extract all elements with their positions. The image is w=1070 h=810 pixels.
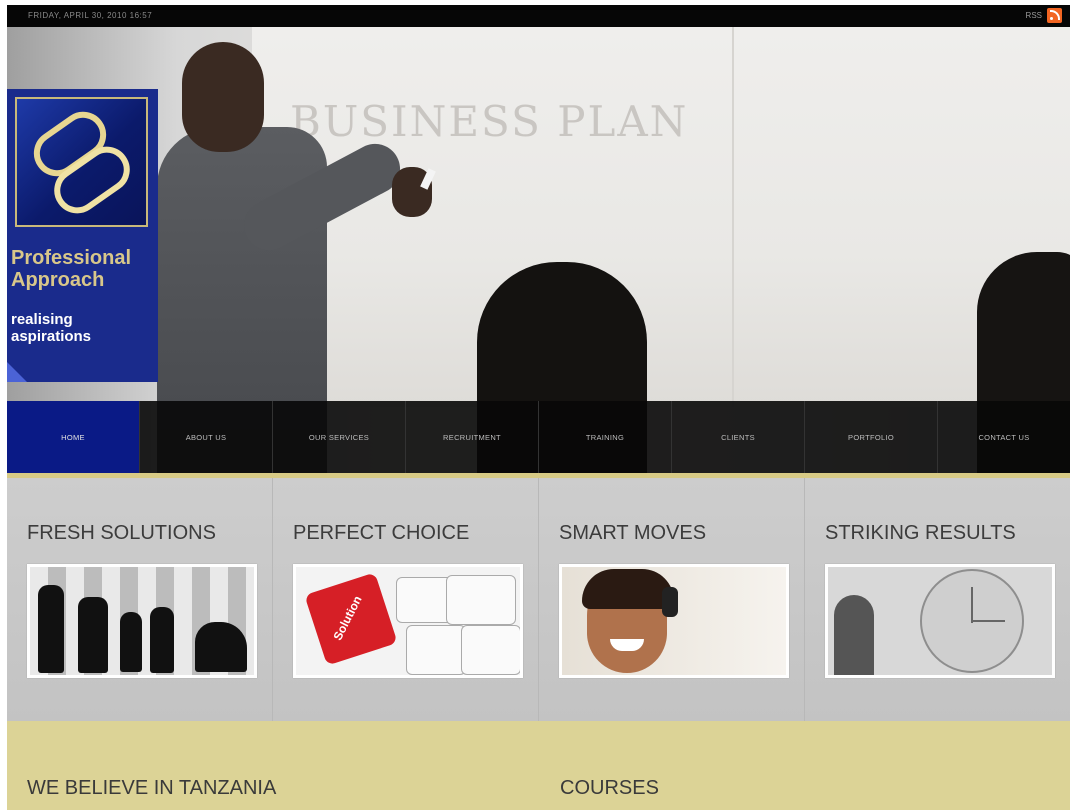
chess-illustration: [30, 567, 254, 675]
logo-tagline-line: realising: [11, 311, 73, 328]
feature-fresh-solutions: FRESH SOLUTIONS: [7, 478, 272, 721]
logo-corner: [7, 362, 27, 382]
main-nav: HOME ABOUT US OUR SERVICES RECRUITMENT T…: [7, 401, 1070, 473]
nav-item-our-services[interactable]: OUR SERVICES: [272, 401, 405, 473]
nav-item-training[interactable]: TRAINING: [538, 401, 671, 473]
rss-link[interactable]: RSS: [1026, 11, 1042, 20]
nav-item-about-us[interactable]: ABOUT US: [139, 401, 272, 473]
puzzle-piece: [406, 625, 466, 675]
logo-mark: [15, 97, 148, 227]
feature-perfect-choice: PERFECT CHOICE Solution: [272, 478, 538, 721]
lower-section: WE BELIEVE IN TANZANIA COURSES: [7, 721, 1070, 810]
company-logo[interactable]: Professional Approach realising aspirati…: [7, 89, 158, 382]
person-silhouette: [834, 595, 874, 675]
clock-hand: [971, 587, 973, 623]
whiteboard: [252, 27, 1070, 407]
page: FRIDAY, APRIL 30, 2010 16:57 RSS BUSINES…: [7, 5, 1070, 810]
top-bar: FRIDAY, APRIL 30, 2010 16:57 RSS: [7, 5, 1070, 27]
feature-title: FRESH SOLUTIONS: [27, 522, 216, 544]
feature-smart-moves: SMART MOVES: [538, 478, 804, 721]
chess-piece: [78, 597, 108, 673]
nav-item-home[interactable]: HOME: [7, 401, 139, 473]
presenter-head: [182, 42, 264, 152]
feature-title: SMART MOVES: [559, 522, 707, 544]
feature-striking-results: STRIKING RESULTS: [804, 478, 1070, 721]
logo-tagline-line: aspirations: [11, 328, 92, 345]
whiteboard-seam: [732, 27, 734, 407]
logo-tagline: realising aspirations: [11, 311, 91, 345]
puzzle-piece-solution: Solution: [304, 572, 398, 666]
nav-item-clients[interactable]: CLIENTS: [671, 401, 804, 473]
chess-knight: [195, 622, 247, 672]
agent-hair: [582, 569, 674, 609]
clock-illustration: [828, 567, 1052, 675]
puzzle-piece: [446, 575, 516, 625]
feature-title: PERFECT CHOICE: [293, 522, 470, 544]
rss-icon[interactable]: [1047, 8, 1062, 23]
feature-image-agent[interactable]: [559, 564, 789, 678]
clock-hand: [971, 620, 1005, 622]
feature-image-clock[interactable]: [825, 564, 1055, 678]
nav-item-portfolio[interactable]: PORTFOLIO: [804, 401, 937, 473]
nav-item-contact-us[interactable]: CONTACT US: [937, 401, 1070, 473]
chess-piece: [120, 612, 142, 672]
chess-piece: [38, 585, 64, 673]
section-heading-tanzania: WE BELIEVE IN TANZANIA: [27, 777, 277, 799]
puzzle-illustration: Solution: [296, 567, 520, 675]
whiteboard-text: BUSINESS PLAN: [290, 97, 689, 146]
nav-item-recruitment[interactable]: RECRUITMENT: [405, 401, 538, 473]
current-date: FRIDAY, APRIL 30, 2010 16:57: [28, 11, 153, 20]
logo-title: Professional Approach: [11, 247, 131, 291]
puzzle-piece: [461, 625, 520, 675]
logo-title-line: Professional: [11, 247, 132, 269]
agent-illustration: [562, 567, 786, 675]
puzzle-label: Solution: [330, 593, 365, 643]
feature-title: STRIKING RESULTS: [825, 522, 1016, 544]
headset-icon: [662, 587, 678, 617]
feature-image-puzzle[interactable]: Solution: [293, 564, 523, 678]
chess-piece: [150, 607, 174, 673]
features-row: FRESH SOLUTIONS PERFECT CHOICE Solution …: [7, 478, 1070, 721]
feature-image-chess[interactable]: [27, 564, 257, 678]
section-heading-courses: COURSES: [560, 777, 659, 799]
logo-title-line: Approach: [11, 269, 105, 291]
